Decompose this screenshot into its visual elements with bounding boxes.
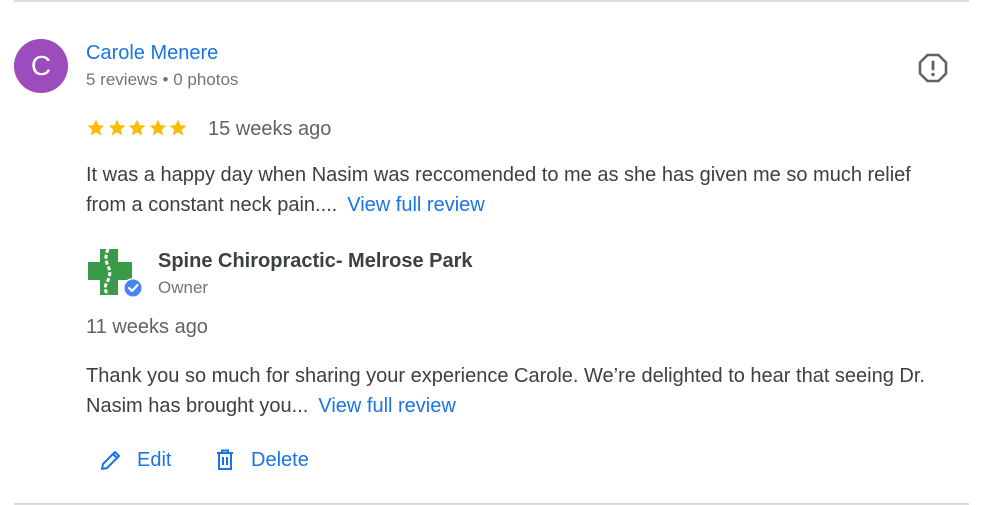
star-icon: [87, 119, 105, 136]
business-name[interactable]: Spine Chiropractic- Melrose Park: [158, 250, 473, 272]
report-icon[interactable]: [917, 52, 949, 84]
delete-button[interactable]: Delete: [213, 446, 309, 474]
owner-label: Owner: [158, 278, 209, 297]
edit-label: Edit: [137, 448, 172, 471]
reviewer-meta: 5 reviews • 0 photos: [86, 70, 239, 89]
reviewer-name[interactable]: Carole Menere: [86, 42, 218, 64]
star-icon: [128, 119, 146, 136]
verified-badge-icon: [123, 278, 143, 298]
delete-label: Delete: [251, 448, 309, 471]
reply-text: Thank you so much for sharing your exper…: [86, 361, 966, 421]
top-divider: [14, 0, 969, 2]
reviewer-avatar[interactable]: C: [14, 39, 68, 93]
review-date: 15 weeks ago: [208, 118, 332, 140]
pencil-icon: [101, 451, 120, 470]
star-icon: [149, 119, 166, 136]
edit-button[interactable]: Edit: [99, 446, 171, 474]
view-full-reply-link[interactable]: View full review: [318, 395, 455, 417]
star-icon: [169, 119, 187, 136]
reply-date: 11 weeks ago: [86, 316, 208, 338]
star-icon: [108, 119, 125, 136]
trash-icon: [217, 449, 233, 470]
reply-body: Thank you so much for sharing your exper…: [86, 365, 925, 417]
review-text: It was a happy day when Nasim was reccom…: [86, 160, 946, 220]
star-rating: [86, 118, 189, 138]
business-logo: [88, 248, 143, 298]
view-full-review-link[interactable]: View full review: [347, 194, 484, 216]
review-body: It was a happy day when Nasim was reccom…: [86, 164, 911, 216]
